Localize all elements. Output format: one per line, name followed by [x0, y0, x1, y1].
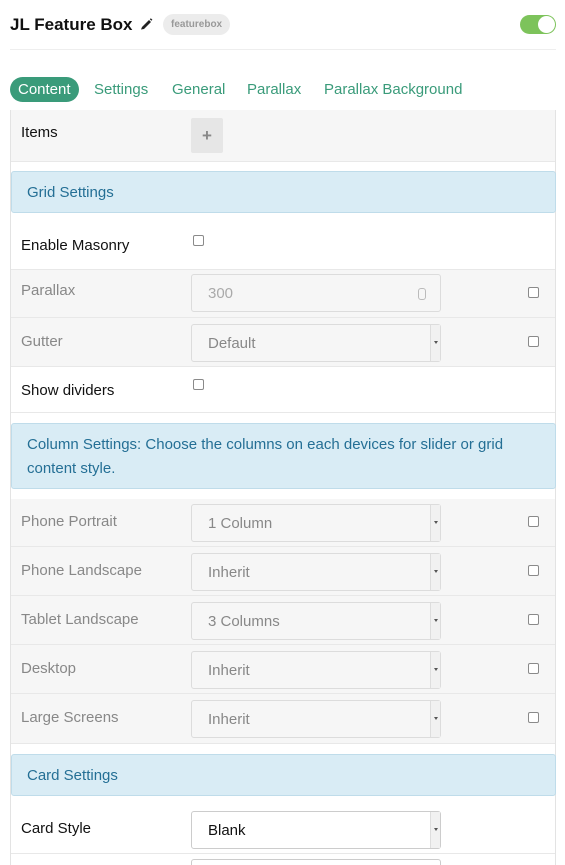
card-style-value: Blank: [208, 822, 246, 839]
enable-toggle[interactable]: [520, 15, 556, 34]
phone-landscape-select[interactable]: Inherit: [191, 553, 441, 591]
parallax-placeholder: 300: [208, 285, 234, 302]
enable-masonry-checkbox[interactable]: [193, 235, 204, 246]
spinner-icon[interactable]: [418, 288, 426, 300]
chevron-down-icon: [430, 812, 440, 848]
chevron-down-icon: [430, 505, 440, 541]
next-select-partial[interactable]: [191, 859, 441, 865]
tablet-landscape-row: Tablet Landscape 3 Columns: [11, 596, 555, 645]
tablet-landscape-select[interactable]: 3 Columns: [191, 602, 441, 640]
element-type-badge: featurebox: [163, 14, 231, 35]
element-header: JL Feature Box featurebox: [10, 0, 556, 50]
parallax-responsive-checkbox[interactable]: [528, 287, 539, 298]
large-screens-select[interactable]: Inherit: [191, 700, 441, 738]
parallax-input[interactable]: 300: [191, 274, 441, 312]
desktop-checkbox[interactable]: [528, 663, 539, 674]
show-dividers-checkbox[interactable]: [193, 379, 204, 390]
tablet-landscape-value: 3 Columns: [208, 613, 280, 630]
phone-landscape-label: Phone Landscape: [21, 562, 142, 579]
desktop-select[interactable]: Inherit: [191, 651, 441, 689]
phone-landscape-row: Phone Landscape Inherit: [11, 547, 555, 596]
parallax-label: Parallax: [21, 282, 76, 299]
enable-masonry-row: Enable Masonry: [11, 221, 555, 270]
chevron-down-icon: [430, 603, 440, 639]
tab-parallax[interactable]: Parallax: [247, 77, 301, 102]
enable-masonry-label: Enable Masonry: [21, 237, 130, 254]
column-settings-heading: Column Settings: Choose the columns on e…: [11, 423, 556, 489]
desktop-label: Desktop: [21, 660, 77, 677]
card-settings-heading: Card Settings: [11, 754, 556, 796]
desktop-value: Inherit: [208, 662, 250, 679]
grid-settings-heading: Grid Settings: [11, 171, 556, 213]
element-title: JL Feature Box: [10, 15, 133, 34]
gutter-select[interactable]: Default: [191, 324, 441, 362]
tab-content[interactable]: Content: [10, 77, 79, 102]
chevron-down-icon: [430, 701, 440, 737]
card-style-row: Card Style Blank: [11, 804, 555, 854]
chevron-down-icon: [430, 325, 440, 361]
gutter-label: Gutter: [21, 333, 63, 350]
column-settings-heading-text: Column Settings: Choose the columns on e…: [27, 436, 504, 477]
items-row: Items +: [11, 110, 555, 162]
add-item-button[interactable]: +: [191, 118, 223, 153]
phone-portrait-select[interactable]: 1 Column: [191, 504, 441, 542]
large-screens-label: Large Screens: [21, 709, 119, 726]
phone-landscape-value: Inherit: [208, 564, 250, 581]
tablet-landscape-label: Tablet Landscape: [21, 611, 139, 628]
gutter-row: Gutter Default: [11, 318, 555, 367]
desktop-row: Desktop Inherit: [11, 645, 555, 694]
show-dividers-label: Show dividers: [21, 382, 115, 399]
tablet-landscape-checkbox[interactable]: [528, 614, 539, 625]
content-panel: Items + Grid Settings Enable Masonry Par…: [10, 110, 556, 865]
large-screens-row: Large Screens Inherit: [11, 694, 555, 744]
card-settings-heading-text: Card Settings: [27, 767, 118, 784]
pencil-icon[interactable]: [139, 15, 153, 31]
tab-parallax-background[interactable]: Parallax Background: [324, 77, 462, 102]
items-label: Items: [21, 124, 58, 141]
tab-settings[interactable]: Settings: [94, 77, 148, 102]
gutter-select-value: Default: [208, 335, 256, 352]
phone-portrait-row: Phone Portrait 1 Column: [11, 499, 555, 547]
large-screens-value: Inherit: [208, 711, 250, 728]
phone-landscape-checkbox[interactable]: [528, 565, 539, 576]
show-dividers-row: Show dividers: [11, 367, 555, 413]
card-style-label: Card Style: [21, 820, 92, 837]
chevron-down-icon: [430, 652, 440, 688]
tab-general[interactable]: General: [172, 77, 225, 102]
parallax-row: Parallax 300: [11, 270, 555, 318]
card-style-select[interactable]: Blank: [191, 811, 441, 849]
chevron-down-icon: [430, 554, 440, 590]
large-screens-checkbox[interactable]: [528, 712, 539, 723]
next-row-partial: [11, 854, 555, 865]
phone-portrait-label: Phone Portrait: [21, 513, 117, 530]
gutter-responsive-checkbox[interactable]: [528, 336, 539, 347]
phone-portrait-value: 1 Column: [208, 515, 273, 532]
grid-settings-heading-text: Grid Settings: [27, 184, 114, 201]
toggle-knob: [538, 16, 555, 33]
phone-portrait-checkbox[interactable]: [528, 516, 539, 527]
